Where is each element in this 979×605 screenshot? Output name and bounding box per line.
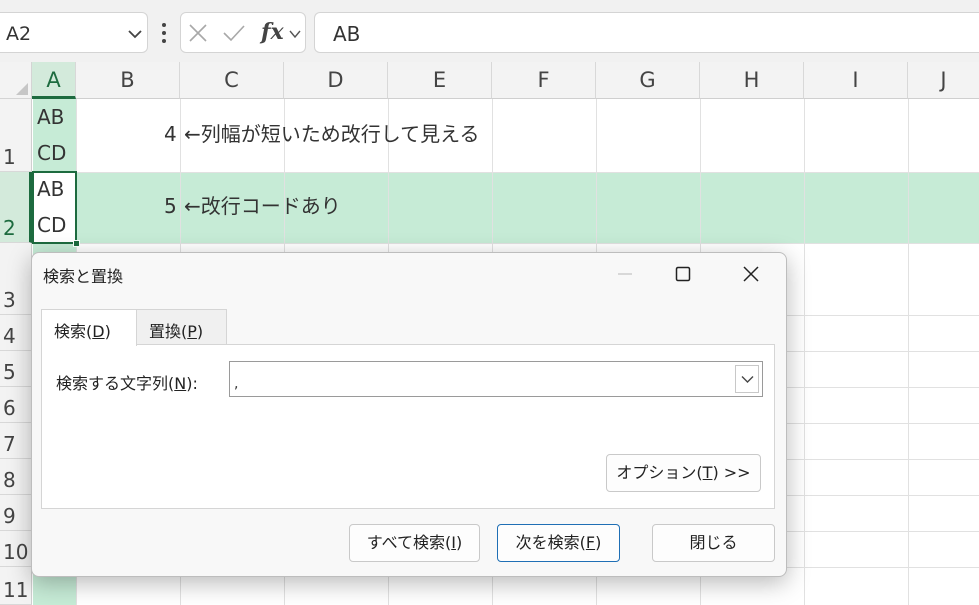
select-all-corner[interactable] <box>0 62 32 99</box>
column-header-f[interactable]: F <box>492 62 596 99</box>
access-key: T <box>702 463 713 482</box>
button-label: 次を検索( <box>515 533 586 552</box>
maximize-icon <box>675 266 691 282</box>
gridline <box>804 99 805 605</box>
button-label-suffix: ) <box>455 533 463 552</box>
insert-function-button[interactable]: fx <box>261 19 284 45</box>
enter-check-icon[interactable] <box>222 23 246 43</box>
column-header-j[interactable]: J <box>908 62 979 99</box>
row-header-4[interactable]: 4 <box>0 315 32 351</box>
button-label-suffix: ) >> <box>712 463 751 482</box>
select-all-icon <box>16 83 28 95</box>
tab-replace[interactable]: 置換(P) <box>137 309 227 345</box>
row-header-2[interactable]: 2 <box>0 172 32 243</box>
row-number: 2 <box>3 216 16 240</box>
tab-label-suffix: ) <box>104 322 111 341</box>
button-label-suffix: ) <box>595 533 602 552</box>
access-key: P <box>187 322 197 341</box>
row-number: 9 <box>3 504 16 528</box>
column-header-i[interactable]: I <box>804 62 908 99</box>
button-label: すべて検索( <box>366 533 452 552</box>
row-number: 4 <box>3 324 16 348</box>
cell-b1[interactable]: 4 <box>164 116 177 152</box>
find-panel: 検索する文字列(N): , オプション(T) >> <box>41 344 775 509</box>
cell-c1[interactable]: ←列幅が短いため改行して見える <box>184 116 480 152</box>
find-all-button[interactable]: すべて検索(I) <box>349 524 480 562</box>
close-button[interactable]: 閉じる <box>652 524 775 562</box>
button-label: オプション( <box>616 463 703 482</box>
column-header-a[interactable]: A <box>32 62 76 99</box>
name-box[interactable]: A2 <box>0 12 148 53</box>
label-suffix: ): <box>186 374 198 393</box>
label-text: 検索する文字列( <box>56 374 175 393</box>
gridline <box>32 172 979 173</box>
row-number: 7 <box>3 432 16 456</box>
row-number: 11 <box>3 578 29 602</box>
row-header-5[interactable]: 5 <box>0 351 32 387</box>
maximize-button[interactable] <box>660 253 706 295</box>
formula-bar: A2 fx AB <box>0 0 979 62</box>
formula-controls: fx <box>180 12 306 53</box>
cell-a1[interactable]: AB CD <box>37 99 66 171</box>
access-key: F <box>585 533 596 552</box>
row-header-1[interactable]: 1 <box>0 99 32 172</box>
cell-b2[interactable]: 5 <box>164 188 177 224</box>
row-number: 3 <box>3 288 16 312</box>
chevron-down-icon[interactable] <box>127 26 143 42</box>
row-header-8[interactable]: 8 <box>0 459 32 495</box>
row-header-10[interactable]: 10 <box>0 531 32 567</box>
tab-label: 置換( <box>149 322 188 341</box>
column-header-e[interactable]: E <box>388 62 492 99</box>
name-box-value: A2 <box>6 23 32 45</box>
find-what-value: , <box>234 376 239 392</box>
minimize-button[interactable] <box>602 253 648 295</box>
tab-find[interactable]: 検索(D) <box>41 309 137 346</box>
cell-a2[interactable]: AB CD <box>37 171 66 243</box>
column-header-d[interactable]: D <box>284 62 388 99</box>
chevron-down-icon[interactable] <box>289 29 301 39</box>
gridline <box>908 99 909 605</box>
more-options-icon[interactable] <box>158 22 170 44</box>
column-header-g[interactable]: G <box>596 62 700 99</box>
formula-value: AB <box>333 22 361 46</box>
column-header-h[interactable]: H <box>700 62 804 99</box>
gridline <box>32 243 979 244</box>
cancel-icon[interactable] <box>188 23 208 43</box>
row-header-7[interactable]: 7 <box>0 423 32 459</box>
tab-label-suffix: ) <box>196 322 204 341</box>
find-history-dropdown[interactable] <box>735 365 759 393</box>
row-number: 10 <box>3 540 29 564</box>
column-header-c[interactable]: C <box>180 62 284 99</box>
dialog-title: 検索と置換 <box>43 267 124 286</box>
minimize-icon <box>618 273 632 275</box>
tab-label: 検索( <box>54 322 93 341</box>
row-number: 1 <box>3 145 16 169</box>
row-number: 6 <box>3 396 16 420</box>
chevron-down-icon <box>741 376 754 383</box>
find-next-button[interactable]: 次を検索(F) <box>497 524 620 562</box>
find-what-input[interactable]: , <box>229 361 763 397</box>
find-what-label: 検索する文字列(N): <box>56 370 198 394</box>
close-window-button[interactable] <box>728 253 774 295</box>
row-number: 5 <box>3 360 16 384</box>
cell-line: CD <box>37 213 67 237</box>
options-button[interactable]: オプション(T) >> <box>606 454 761 492</box>
row-header-11[interactable]: 11 <box>0 567 32 605</box>
row-number: 8 <box>3 468 16 492</box>
access-key: N <box>174 374 187 393</box>
row-header-6[interactable]: 6 <box>0 387 32 423</box>
cell-line: AB <box>37 177 65 201</box>
find-replace-dialog: 検索と置換 検索(D) 置換(P) 検索する文字列(N): , オプション(T)… <box>31 252 787 577</box>
close-icon <box>743 266 759 282</box>
formula-input[interactable]: AB <box>314 12 979 53</box>
cell-line: CD <box>37 141 67 165</box>
row-header-9[interactable]: 9 <box>0 495 32 531</box>
cell-line: AB <box>37 105 65 129</box>
column-header-b[interactable]: B <box>76 62 180 99</box>
access-key: D <box>92 322 105 341</box>
cell-c2[interactable]: ←改行コードあり <box>184 188 341 224</box>
fill-handle[interactable] <box>73 240 80 247</box>
row-header-3[interactable]: 3 <box>0 243 32 315</box>
